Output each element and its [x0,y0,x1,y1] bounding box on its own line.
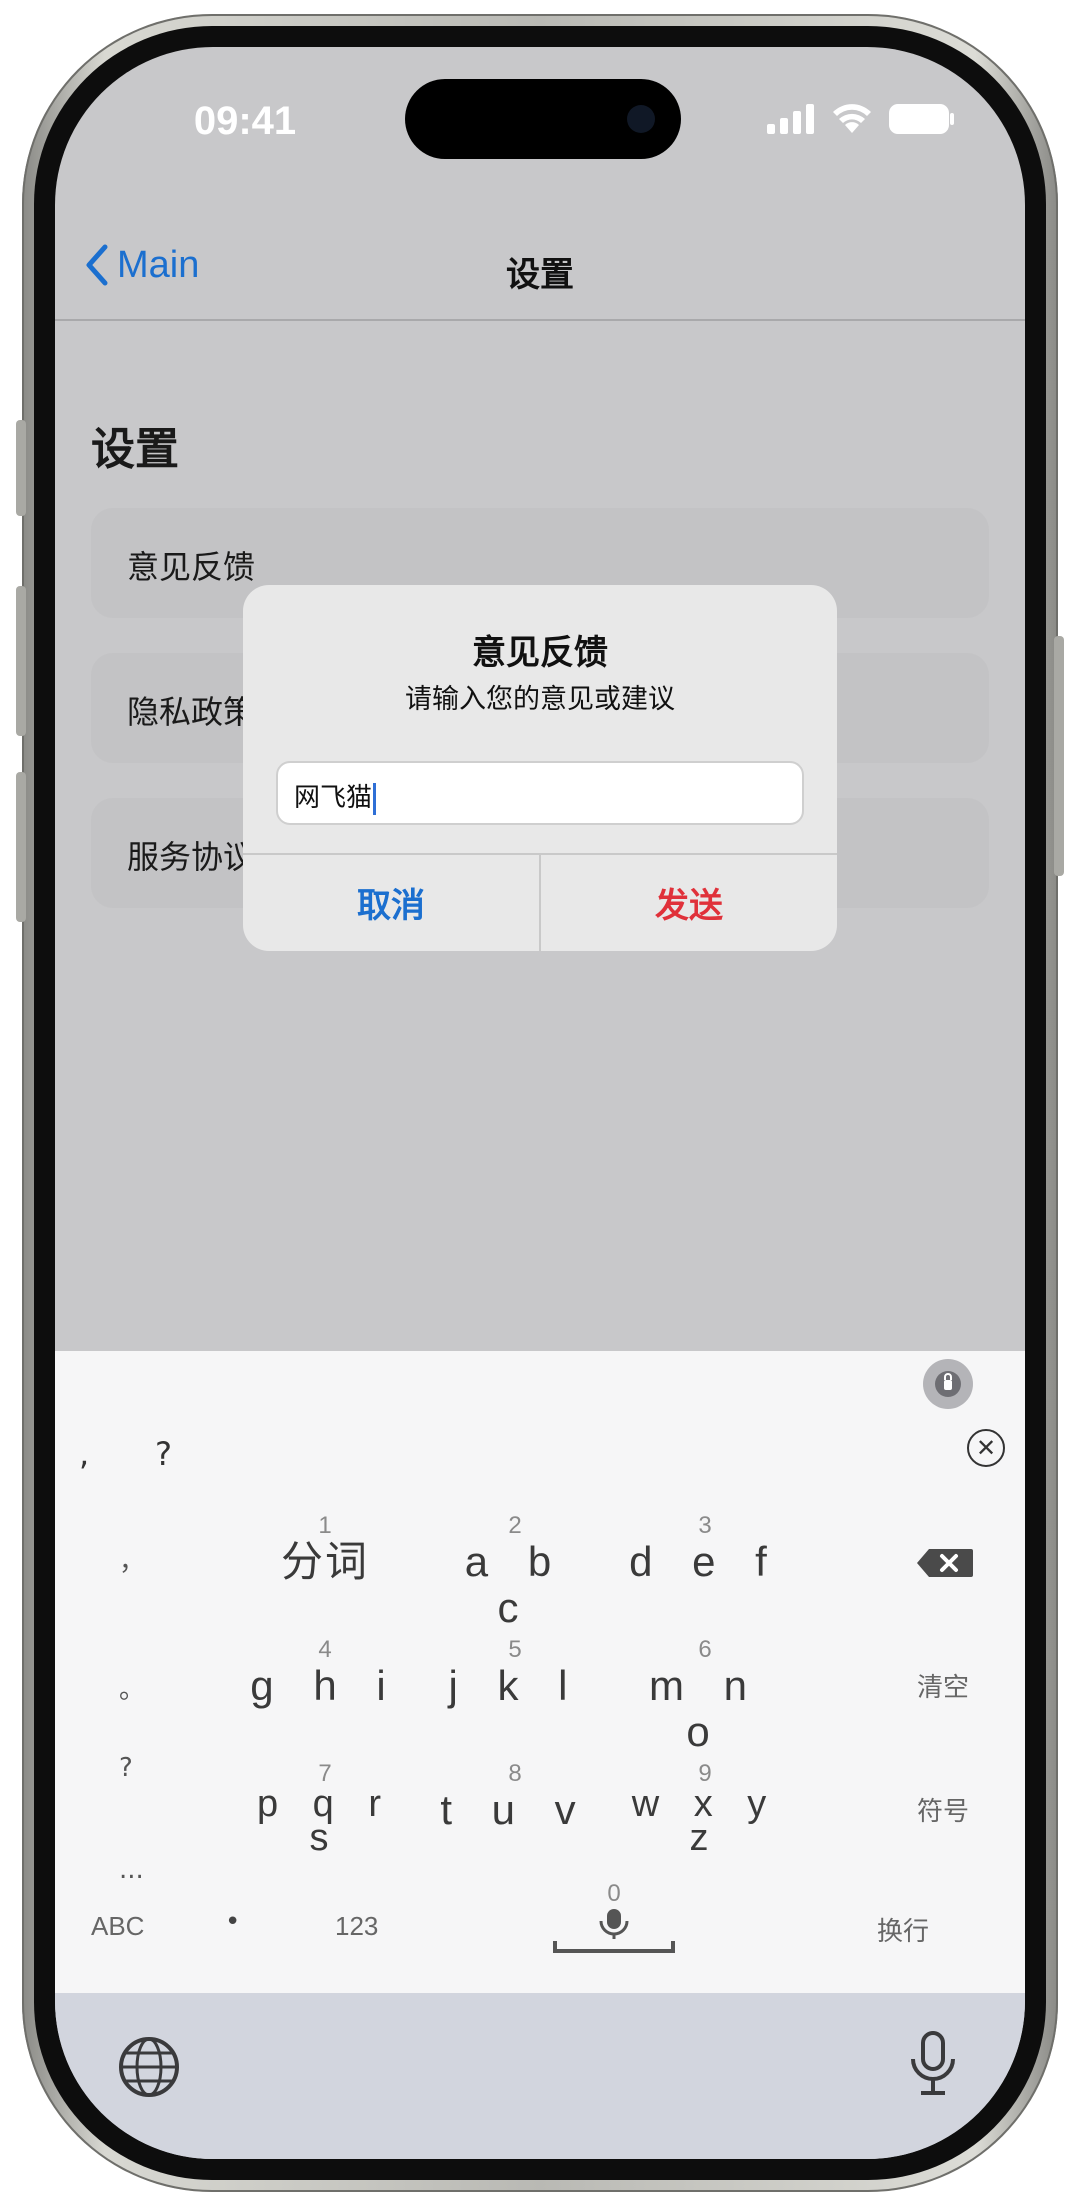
key-letters: w x y [631,1783,779,1825]
key-7[interactable]: 7 p q r s [245,1761,405,1859]
cancel-button[interactable]: 取消 [243,853,539,951]
key-number: 5 [508,1636,522,1663]
status-time: 09:41 [193,99,297,143]
key-letters-extra: z [689,1817,721,1859]
key-number: 1 [318,1512,332,1539]
key-number: 0 [607,1880,621,1907]
space-key[interactable]: 0 [549,1881,679,1961]
keyboard-assist-icon[interactable] [923,1359,973,1409]
dialog-title: 意见反馈 [472,633,608,673]
candidate-comma[interactable]: , [79,1435,89,1473]
clear-candidates-icon[interactable]: ✕ [967,1429,1005,1467]
key-number: 6 [698,1636,712,1663]
key-letters-extra: s [309,1817,341,1859]
key-period[interactable]: 。 [119,1669,145,1706]
keyboard: , ? ✕ ， 。 ? ... 1 分词 2 a b c 3 d e f 4 g… [55,1351,1025,1993]
key-question[interactable]: ? [119,1753,133,1783]
row-label: 隐私政策 [127,693,256,731]
key-6[interactable]: 6 m n o [625,1637,785,1755]
key-4[interactable]: 4 g h i [245,1637,405,1709]
row-label: 服务协议 [127,838,256,876]
key-9[interactable]: 9 w x y z [625,1761,785,1859]
feedback-dialog: 意见反馈 请输入您的意见或建议 网飞猫 取消 发送 [243,585,837,951]
nav-title: 设置 [506,255,574,295]
status-icons [767,103,955,135]
keyboard-toolbar [55,1993,1025,2159]
return-key[interactable]: 换行 [877,1911,929,1948]
key-2[interactable]: 2 a b c [435,1513,595,1631]
battery-icon [889,104,954,134]
clear-key[interactable]: 清空 [917,1667,969,1704]
camera-icon [627,105,655,133]
power-button [1054,636,1064,876]
key-letters: 分词 [280,1538,369,1585]
numbers-key[interactable]: 123 [335,1911,378,1942]
globe-icon[interactable] [117,2035,181,2099]
delete-key[interactable] [915,1547,975,1583]
key-1[interactable]: 1 分词 [245,1513,405,1585]
navigation-bar: Main 设置 [55,197,1025,321]
feedback-input-value: 网飞猫 [294,783,373,813]
row-label: 意见反馈 [127,548,256,586]
key-number: 2 [508,1512,522,1539]
signal-icon [767,104,814,134]
key-letters: a b c [464,1538,566,1631]
candidate-question[interactable]: ? [155,1435,172,1473]
abc-key[interactable]: ABC [91,1911,144,1942]
key-letters: j k l [448,1662,582,1709]
screen: 09:41 Main 设置 设置 意见反馈 隐私政策 服务协议 意见反馈 请输入… [55,47,1025,2159]
wifi-icon [833,104,871,133]
key-comma[interactable]: ， [119,1541,145,1578]
key-letters: m n o [648,1662,761,1755]
key-number: 8 [508,1760,522,1787]
key-3[interactable]: 3 d e f [625,1513,785,1585]
key-letters: d e f [629,1538,781,1585]
volume-down-button [16,772,26,922]
key-8[interactable]: 8 t u v [435,1761,595,1833]
dot-key[interactable]: • [225,1907,240,1937]
symbols-key[interactable]: 符号 [917,1791,969,1828]
action-button [16,420,26,516]
key-letters: t u v [440,1786,590,1833]
volume-up-button [16,586,26,736]
feedback-input[interactable]: 网飞猫 [276,761,804,825]
send-button[interactable]: 发送 [541,853,837,951]
key-5[interactable]: 5 j k l [435,1637,595,1709]
key-letters: g h i [250,1662,400,1709]
delete-backward-icon [917,1549,973,1577]
space-mic-icon [553,1909,675,1953]
dictation-mic-icon[interactable] [907,2029,959,2101]
key-letters: p q r [256,1783,394,1825]
key-ellipsis[interactable]: ... [119,1855,144,1885]
section-title: 设置 [91,424,179,475]
key-number: 3 [698,1512,712,1539]
dialog-message: 请输入您的意见或建议 [405,684,675,715]
key-number: 4 [318,1636,332,1663]
text-caret [373,782,377,815]
dynamic-island [405,79,681,159]
